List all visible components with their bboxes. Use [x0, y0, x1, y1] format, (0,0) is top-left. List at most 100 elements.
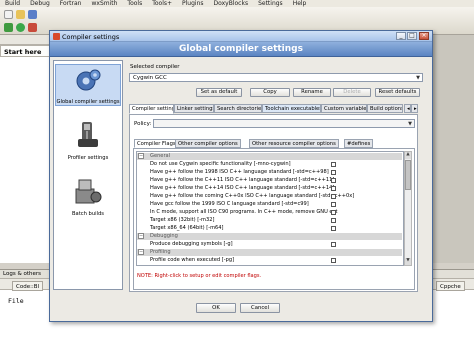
flag-checkbox[interactable] [331, 202, 336, 207]
subtab-other-resource-compiler-options[interactable]: Other resource compiler options [249, 139, 339, 148]
flag-checkbox[interactable] [331, 178, 336, 183]
tab-custom-variables[interactable]: Custom variables [321, 104, 367, 113]
nav-global-compiler-settings[interactable]: Global compiler settings [55, 64, 121, 106]
flag-category[interactable]: − Profiling [137, 249, 402, 256]
flag-row[interactable]: Have g++ follow the C++14 ISO C++ langua… [137, 185, 402, 192]
profiler-icon [78, 122, 98, 147]
subtab-defines[interactable]: #defines [344, 139, 374, 148]
save-icon[interactable] [28, 10, 37, 19]
flag-label: Have g++ follow the C++14 ISO C++ langua… [150, 185, 335, 191]
build-icon[interactable] [4, 23, 13, 32]
flag-label: Have g++ follow the 1998 ISO C++ languag… [150, 169, 329, 175]
nav-profiler-settings[interactable]: Profiler settings [55, 119, 121, 161]
flag-label: Have g++ follow the C++11 ISO C++ langua… [150, 177, 335, 183]
collapse-icon[interactable]: − [138, 249, 144, 255]
delete-button[interactable]: Delete [333, 88, 371, 97]
management-pane-title [0, 35, 49, 45]
compiler-flags-list[interactable]: − General Do not use Cygwin specific funct… [136, 151, 404, 266]
new-file-icon[interactable] [4, 10, 13, 19]
start-here-tab[interactable]: Start here [0, 45, 50, 57]
scroll-up-icon[interactable]: ▲ [405, 152, 411, 159]
flag-category-label: Debugging [150, 233, 178, 239]
reset-defaults-button[interactable]: Reset defaults [375, 88, 420, 97]
open-icon[interactable] [16, 10, 25, 19]
copy-button[interactable]: Copy [250, 88, 290, 97]
tab-scroll-right[interactable]: ▸ [411, 104, 418, 113]
close-button[interactable]: × [419, 32, 429, 40]
flag-label: Target x86 (32bit) [-m32] [150, 217, 215, 223]
management-pane [0, 35, 50, 263]
tab-linker-settings[interactable]: Linker settings [174, 104, 214, 113]
flag-label: Produce debugging symbols [-g] [150, 241, 233, 247]
tab-build-options[interactable]: Build options [367, 104, 403, 113]
nav-label: Profiler settings [67, 155, 109, 161]
flag-row[interactable]: Have gcc follow the 1999 ISO C language … [137, 201, 402, 208]
chevron-down-icon: ▼ [408, 121, 412, 127]
policy-select[interactable]: ▼ [153, 119, 415, 128]
collapse-icon[interactable]: − [138, 153, 144, 159]
flag-category[interactable]: − Debugging [137, 233, 402, 240]
flag-checkbox[interactable] [331, 226, 336, 231]
flag-row[interactable]: In C mode, support all ISO C90 programs.… [137, 209, 402, 216]
logs-tab-cppcheck[interactable]: Cppche [436, 281, 465, 291]
scroll-down-icon[interactable]: ▼ [405, 258, 411, 265]
flag-label: In C mode, support all ISO C90 programs.… [150, 209, 338, 215]
flags-note: NOTE: Right-click to setup or edit compi… [137, 273, 262, 279]
compiler-select[interactable]: Cygwin GCC ▼ [129, 73, 423, 82]
gears-icon [76, 69, 101, 91]
tab-scroll-left[interactable]: ◂ [404, 104, 411, 113]
flag-label: Have g++ follow the coming C++0x ISO C++… [150, 193, 355, 199]
tab-toolchain-executables[interactable]: Toolchain executables [262, 104, 321, 113]
flag-label: Target x86_64 (64bit) [-m64] [150, 225, 224, 231]
flag-checkbox[interactable] [331, 218, 336, 223]
flags-scrollbar[interactable]: ▲ ▼ [404, 151, 412, 266]
selected-compiler-label: Selected compiler [130, 64, 180, 70]
tab-compiler-settings[interactable]: Compiler settings [129, 104, 174, 114]
logs-tab-codeblocks[interactable]: Code::Bl [12, 281, 44, 291]
flag-row[interactable]: Have g++ follow the 1998 ISO C++ languag… [137, 169, 402, 176]
flag-checkbox[interactable] [331, 258, 336, 263]
flag-checkbox[interactable] [331, 162, 336, 167]
flag-checkbox[interactable] [331, 186, 336, 191]
chevron-down-icon: ▼ [416, 75, 420, 81]
dialog-title: Compiler settings [62, 33, 120, 41]
flag-row[interactable]: Target x86 (32bit) [-m32] [137, 217, 402, 224]
nav-label: Batch builds [71, 211, 105, 217]
set-as-default-button[interactable]: Set as default [196, 88, 242, 97]
log-file-column: File [8, 297, 24, 305]
scroll-thumb[interactable] [405, 160, 411, 190]
dialog-titlebar[interactable]: Compiler settings _ □ × [50, 31, 432, 42]
ok-button[interactable]: OK [196, 303, 236, 313]
subtab-compiler-flags[interactable]: Compiler Flags [134, 139, 179, 148]
ide-menubar: Build Debug Fortran wxSmith Tools Tools+ Plugi… [0, 0, 474, 7]
flag-row[interactable]: Profile code when executed [-pg] [137, 257, 402, 264]
nav-label: Global compiler settings [56, 99, 120, 105]
run-icon[interactable] [16, 23, 25, 32]
flag-row[interactable]: Have g++ follow the coming C++0x ISO C++… [137, 193, 402, 200]
flag-row[interactable]: Produce debugging symbols [-g] [137, 241, 402, 248]
flag-row[interactable]: Have g++ follow the C++11 ISO C++ langua… [137, 177, 402, 184]
settings-nav-panel: Global compiler settings Profiler settin… [53, 60, 123, 290]
dialog-heading: Global compiler settings [50, 42, 432, 57]
debug-icon[interactable] [28, 23, 37, 32]
flag-category-label: Profiling [150, 249, 171, 255]
flag-checkbox[interactable] [331, 194, 336, 199]
flag-checkbox[interactable] [331, 170, 336, 175]
flag-row[interactable]: Do not use Cygwin specific functionality… [137, 161, 402, 168]
editor-area [430, 35, 474, 263]
nav-batch-builds[interactable]: Batch builds [55, 175, 121, 217]
cancel-button[interactable]: Cancel [240, 303, 280, 313]
flag-label: Do not use Cygwin specific functionality… [150, 161, 291, 167]
flag-checkbox[interactable] [331, 210, 336, 215]
compiler-select-value: Cygwin GCC [133, 75, 167, 81]
flag-category[interactable]: − General [137, 153, 402, 160]
tab-search-directories[interactable]: Search directories [214, 104, 262, 113]
subtab-other-compiler-options[interactable]: Other compiler options [175, 139, 241, 148]
collapse-icon[interactable]: − [138, 233, 144, 239]
maximize-button[interactable]: □ [407, 32, 417, 40]
flag-category-label: General [150, 153, 171, 159]
flag-row[interactable]: Target x86_64 (64bit) [-m64] [137, 225, 402, 232]
flag-checkbox[interactable] [331, 242, 336, 247]
rename-button[interactable]: Rename [293, 88, 331, 97]
minimize-button[interactable]: _ [396, 32, 406, 40]
